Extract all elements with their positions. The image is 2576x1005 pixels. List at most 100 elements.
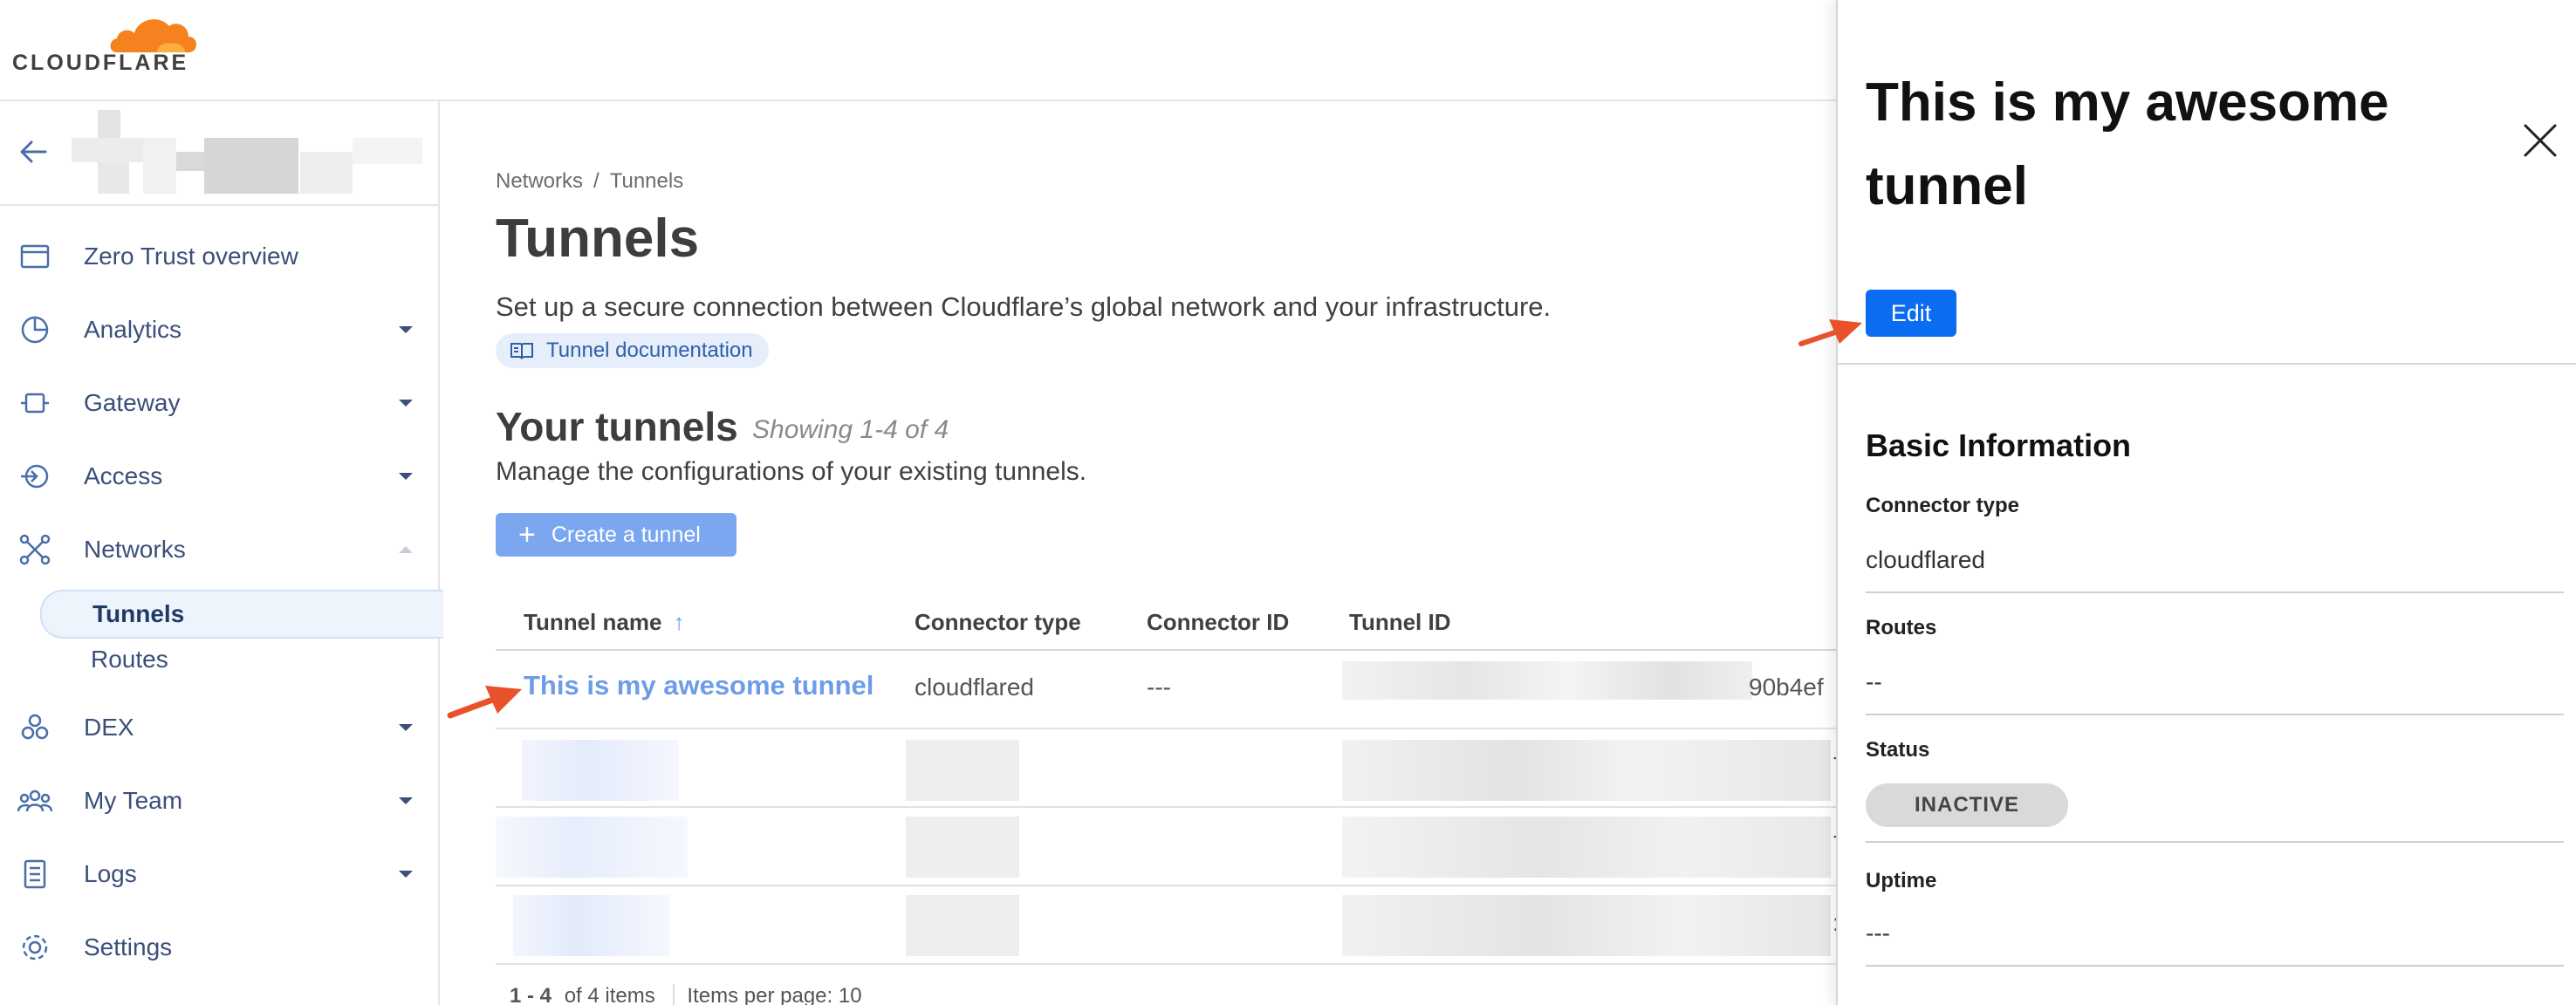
column-header-connector-id[interactable]: Connector ID [1147,609,1289,636]
redacted-tunnel-id [1342,740,1831,801]
uptime-value: --- [1866,920,2564,967]
sidebar-item-networks[interactable]: Networks [0,518,438,581]
tunnel-id-cell: 90b4ef [1749,673,1824,701]
sidebar-item-access[interactable]: Access [0,445,438,508]
sidebar-item-label: Zero Trust overview [84,243,298,270]
sidebar-subitem-label: Tunnels [92,600,185,627]
chevron-up-icon[interactable] [394,538,417,561]
sidebar-item-dex[interactable]: DEX [0,696,438,759]
table-row[interactable]: :5 [496,886,1836,965]
close-icon[interactable] [2522,122,2559,159]
sidebar-item-settings[interactable]: Settings [0,916,438,979]
pagination-total: of 4 items [564,984,655,1005]
routes-value: -- [1866,668,2564,715]
sidebar-subitem-label: Routes [91,646,168,673]
sidebar-item-my-team[interactable]: My Team [0,769,438,832]
uptime-label: Uptime [1866,869,1937,892]
sidebar-item-zero-trust-overview[interactable]: Zero Trust overview [0,225,438,288]
sidebar-item-label: Access [84,462,163,489]
book-icon [510,343,533,359]
chevron-down-icon[interactable] [394,790,417,812]
status-label: Status [1866,738,1930,762]
pagination-range: 1 - 4 [510,984,552,1005]
breadcrumb-tunnels[interactable]: Tunnels [610,169,684,193]
column-header-connector-type[interactable]: Connector type [915,609,1081,636]
chevron-down-icon[interactable] [394,392,417,414]
table-row[interactable]: 75 [496,808,1836,886]
brand-wordmark: CLOUDFLARE [12,51,189,75]
sort-ascending-icon[interactable]: ↑ [674,609,685,635]
chevron-down-icon[interactable] [394,863,417,885]
sidebar-item-analytics[interactable]: Analytics [0,298,438,361]
breadcrumb-networks[interactable]: Networks [496,169,583,193]
back-arrow-icon[interactable] [16,134,51,169]
pie-chart-icon [17,312,52,347]
column-header-tunnel-name[interactable]: Tunnel name ↑ [524,609,685,636]
section-description: Manage the configurations of your existi… [496,457,1087,486]
connector-type-cell: cloudflared [915,673,1034,701]
sidebar-subitem-tunnels[interactable]: Tunnels [40,590,443,639]
redacted-tunnel-name [513,895,670,956]
chevron-down-icon[interactable] [394,465,417,488]
redacted-tunnel-id [1342,895,1831,956]
doc-link-label: Tunnel documentation [546,338,753,362]
edit-button[interactable]: Edit [1866,290,1956,337]
pagination: 1 - 4 of 4 items Items per page: 10 [510,984,862,1005]
sidebar-subitem-routes[interactable]: Routes [91,637,168,682]
table-row[interactable]: This is my awesome tunnel cloudflared --… [496,651,1836,729]
gear-icon [17,930,52,965]
redacted-connector-type [906,817,1019,878]
redacted-account-name [72,108,425,195]
status-badge: INACTIVE [1866,783,2068,827]
table-row[interactable]: 7f [496,729,1836,808]
breadcrumb: Networks / Tunnels [496,169,683,194]
sidebar-item-label: Settings [84,933,173,961]
connector-type-label: Connector type [1866,494,2020,517]
column-header-tunnel-id[interactable]: Tunnel ID [1349,609,1451,636]
drawer-title: This is my awesome tunnel [1866,72,2389,216]
main-content: Networks / Tunnels Tunnels Set up a secure… [440,101,1836,1005]
column-label: Tunnel name [524,609,662,635]
sidebar-item-label: Analytics [84,316,182,343]
redacted-tunnel-id [1342,817,1831,878]
redacted-tunnel-name [496,817,688,878]
create-tunnel-label: Create a tunnel [551,522,701,547]
items-per-page[interactable]: Items per page: 10 [673,984,862,1005]
tunnel-name-link[interactable]: This is my awesome tunnel [524,670,874,701]
routes-label: Routes [1866,616,1937,639]
redacted-tunnel-id [1342,661,1752,700]
page-description: Set up a secure connection between Cloud… [496,291,1552,322]
sidebar-item-label: DEX [84,714,134,741]
breadcrumb-separator: / [593,169,599,193]
tunnel-documentation-link[interactable]: Tunnel documentation [496,333,769,368]
status-value: INACTIVE [1866,783,2564,843]
sidebar-item-label: Gateway [84,389,181,416]
tunnel-details-drawer: This is my awesome tunnel Edit Basic Inf… [1836,0,2576,1005]
cloudflare-cloud-icon [110,19,196,52]
redacted-connector-type [906,895,1019,956]
create-tunnel-button[interactable]: + Create a tunnel [496,513,736,557]
sidebar-item-label: Logs [84,860,137,887]
gateway-icon [17,386,52,420]
page-title: Tunnels [496,209,700,269]
logs-icon [17,857,52,892]
sidebar-item-logs[interactable]: Logs [0,843,438,906]
chevron-down-icon[interactable] [394,318,417,341]
network-icon [17,532,52,567]
dex-icon [17,710,52,745]
connector-id-cell: --- [1147,673,1171,701]
annotation-arrow-icon [1798,319,1862,346]
chevron-down-icon[interactable] [394,716,417,739]
account-switcher[interactable] [0,101,438,206]
annotation-arrow-icon [447,686,522,719]
team-icon [17,783,52,818]
access-icon [17,459,52,494]
plus-icon: + [518,518,536,551]
sidebar-item-gateway[interactable]: Gateway [0,372,438,434]
sidebar-item-label: Networks [84,536,186,563]
divider [1838,363,2576,365]
connector-type-value: cloudflared [1866,546,2564,593]
basic-information-heading: Basic Information [1866,427,2132,463]
cloudflare-logo[interactable]: CLOUDFLARE [12,7,204,77]
redacted-tunnel-name [522,740,679,801]
